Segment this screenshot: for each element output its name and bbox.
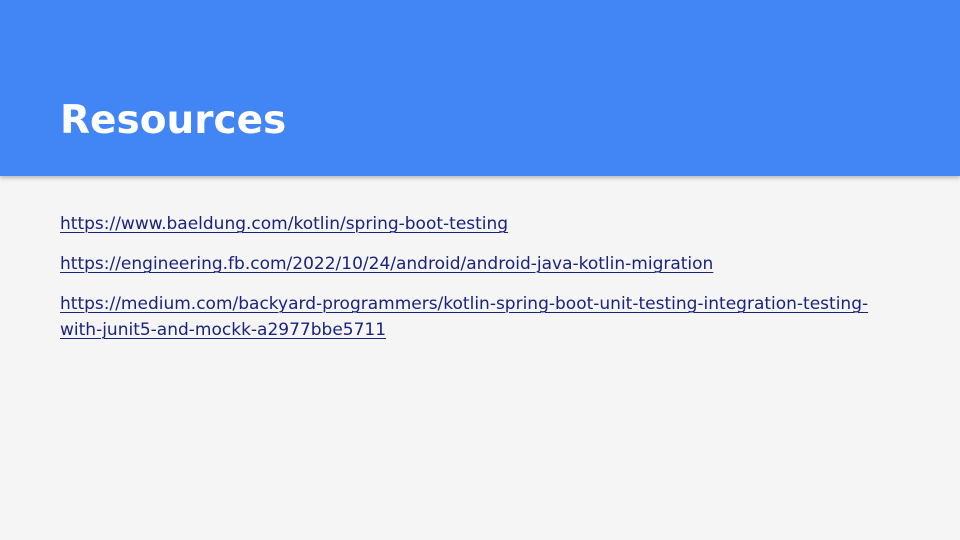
slide-title: Resources (60, 98, 287, 143)
resource-link-baeldung[interactable]: https://www.baeldung.com/kotlin/spring-b… (60, 214, 508, 234)
list-item: https://www.baeldung.com/kotlin/spring-b… (60, 211, 900, 237)
list-item: https://engineering.fb.com/2022/10/24/an… (60, 251, 900, 277)
resource-link-medium[interactable]: https://medium.com/backyard-programmers/… (60, 294, 868, 340)
resource-link-facebook-engineering[interactable]: https://engineering.fb.com/2022/10/24/an… (60, 254, 713, 274)
title-banner: Resources (0, 0, 960, 176)
list-item: https://medium.com/backyard-programmers/… (60, 291, 900, 343)
slide: Resources https://www.baeldung.com/kotli… (0, 0, 960, 540)
resource-link-list: https://www.baeldung.com/kotlin/spring-b… (60, 211, 900, 357)
